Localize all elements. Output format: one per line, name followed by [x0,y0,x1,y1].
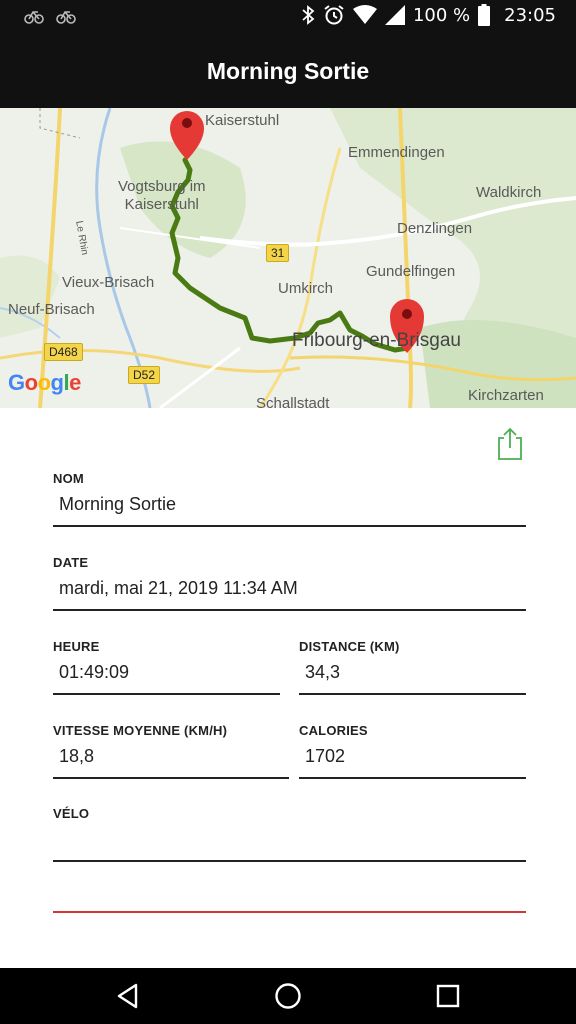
back-button[interactable] [114,982,142,1010]
home-button[interactable] [274,982,302,1010]
date-field[interactable]: DATE mardi, mai 21, 2019 11:34 AM [53,555,526,611]
error-underline [53,911,526,913]
signal-icon [384,5,405,25]
bike-icon [24,11,44,24]
share-icon [498,427,522,460]
app-bar: Morning Sortie [0,34,576,108]
vitesse-underline [53,777,289,779]
share-button[interactable] [496,426,524,462]
vitesse-label: VITESSE MOYENNE (KM/H) [53,723,228,738]
status-left-icons [24,7,76,25]
recents-button[interactable] [434,982,462,1010]
velo-field[interactable]: VÉLO [53,806,526,862]
calories-field[interactable]: CALORIES 1702 [299,723,526,779]
battery-percent: 100 % [412,4,471,26]
page-title: Morning Sortie [206,58,370,84]
distance-field[interactable]: DISTANCE (KM) 34,3 [299,639,526,695]
bluetooth-icon [302,5,315,25]
nom-input[interactable]: Morning Sortie [53,494,526,518]
map-label-emmendingen: Emmendingen [348,144,445,161]
velo-label: VÉLO [53,806,90,821]
heure-field[interactable]: HEURE 01:49:09 [53,639,280,695]
google-logo: Google [8,370,81,395]
velo-underline [53,860,526,862]
nom-underline [53,525,526,527]
heure-underline [53,693,280,695]
date-underline [53,609,526,611]
map-label-waldkirch: Waldkirch [476,184,542,201]
map-label-neuf-brisach: Neuf-Brisach [8,301,95,318]
nom-field[interactable]: NOM Morning Sortie [53,471,526,527]
heure-input[interactable]: 01:49:09 [53,662,280,686]
map-label-schallstadt: Schallstadt [256,395,330,408]
route-map[interactable]: Kaiserstuhl Vogtsburg im Kaiserstuhl Emm… [0,108,576,408]
nom-label: NOM [53,471,84,486]
map-label-kaiserstuhl: Kaiserstuhl [205,112,280,129]
map-label-gundelfingen: Gundelfingen [366,263,456,280]
velo-input[interactable] [53,829,526,853]
road-badge-31: 31 [266,244,290,262]
calories-underline [299,777,526,779]
map-label-kirchzarten: Kirchzarten [468,387,544,404]
heure-label: HEURE [53,639,100,654]
distance-input[interactable]: 34,3 [299,662,526,686]
bike-icon [56,11,76,24]
distance-label: DISTANCE (KM) [299,639,400,654]
status-time: 23:05 [504,4,556,26]
recents-icon [436,984,460,1008]
calories-label: CALORIES [299,723,368,738]
date-label: DATE [53,555,89,570]
map-label-fribourg: Fribourg-en-Brisgau [292,330,461,351]
status-right: 100 % 23:05 [301,4,556,26]
vitesse-input[interactable]: 18,8 [53,746,289,770]
distance-underline [299,693,526,695]
road-badge-d468: D468 [44,343,83,361]
wifi-icon [352,5,377,24]
vitesse-field[interactable]: VITESSE MOYENNE (KM/H) 18,8 [53,723,289,779]
calories-input[interactable]: 1702 [299,746,526,770]
map-label-vogtsburg: Vogtsburg im Kaiserstuhl [118,178,206,213]
map-label-umkirch: Umkirch [278,280,333,297]
date-input[interactable]: mardi, mai 21, 2019 11:34 AM [53,578,526,602]
alarm-icon [324,5,344,25]
system-nav-bar [0,968,576,1024]
back-icon [117,983,138,1009]
map-label-vieux-brisach: Vieux-Brisach [62,274,155,291]
home-icon [275,983,301,1009]
battery-icon [478,4,491,26]
road-badge-d52: D52 [128,366,161,384]
status-bar: 100 % 23:05 [0,0,576,34]
map-label-denzlingen: Denzlingen [397,220,473,237]
